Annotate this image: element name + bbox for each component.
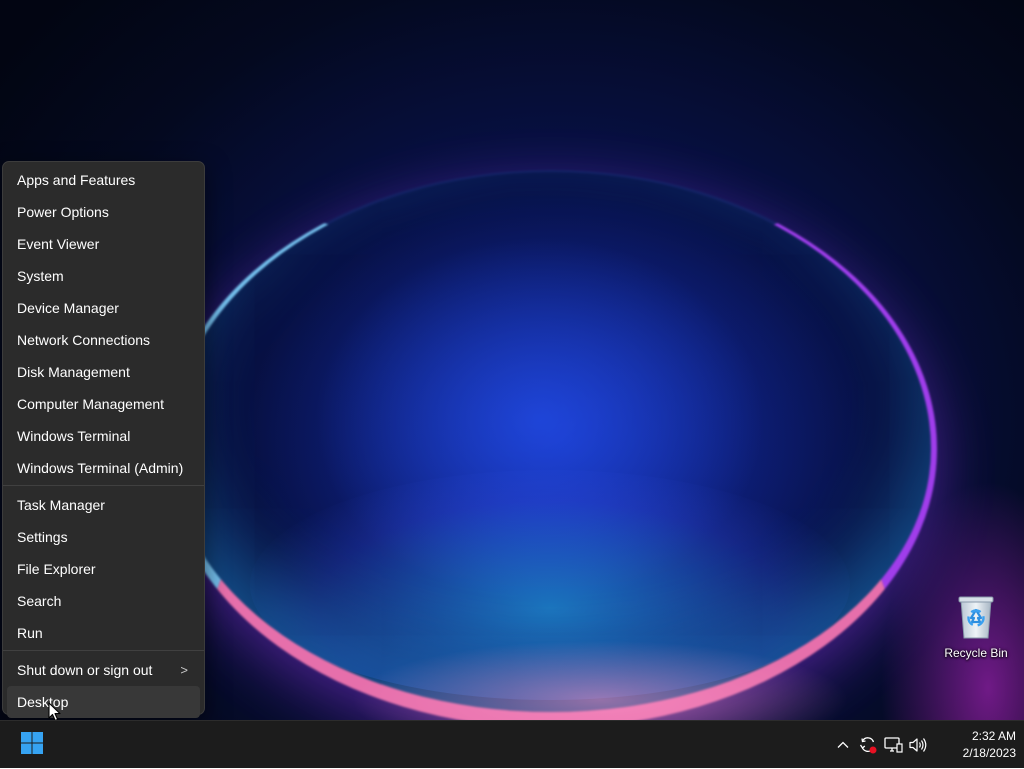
menu-item-system[interactable]: System	[7, 260, 200, 292]
menu-item-shut-down-or-sign-out[interactable]: Shut down or sign out >	[7, 654, 200, 686]
menu-item-label: Network Connections	[17, 332, 151, 348]
windows-logo-icon	[20, 731, 44, 760]
mouse-pointer-icon	[48, 702, 62, 722]
menu-item-windows-terminal-admin[interactable]: Windows Terminal (Admin)	[7, 452, 200, 484]
menu-item-disk-management[interactable]: Disk Management	[7, 356, 200, 388]
menu-item-label: Settings	[17, 529, 68, 545]
menu-separator	[3, 650, 204, 651]
wallpaper-bloom-bottom	[350, 640, 850, 720]
winx-context-menu: Apps and Features Power Options Event Vi…	[2, 161, 205, 718]
wallpaper-bloom-ring	[165, 170, 937, 720]
menu-item-task-manager[interactable]: Task Manager	[7, 489, 200, 521]
menu-item-label: Event Viewer	[17, 236, 100, 252]
menu-item-event-viewer[interactable]: Event Viewer	[7, 228, 200, 260]
chevron-up-icon[interactable]	[831, 733, 855, 757]
menu-item-label: Disk Management	[17, 364, 130, 380]
menu-group-system-tools: Apps and Features Power Options Event Vi…	[3, 164, 204, 484]
recycle-bin-icon	[956, 594, 996, 640]
menu-item-label: Search	[17, 593, 62, 609]
volume-icon[interactable]	[906, 733, 930, 757]
menu-item-label: File Explorer	[17, 561, 96, 577]
menu-item-desktop[interactable]: Desktop	[7, 686, 200, 718]
menu-item-label: Task Manager	[17, 497, 105, 513]
menu-item-search[interactable]: Search	[7, 585, 200, 617]
menu-item-label: Power Options	[17, 204, 109, 220]
menu-item-label: Shut down or sign out	[17, 662, 153, 678]
menu-item-computer-management[interactable]: Computer Management	[7, 388, 200, 420]
menu-group-session: Shut down or sign out > Desktop	[3, 653, 204, 718]
menu-item-apps-and-features[interactable]: Apps and Features	[7, 164, 200, 196]
taskbar: 2:32 AM 2/18/2023	[0, 720, 1024, 768]
clock-time: 2:32 AM	[971, 729, 1016, 743]
menu-item-network-connections[interactable]: Network Connections	[7, 324, 200, 356]
taskbar-clock[interactable]: 2:32 AM 2/18/2023	[938, 728, 1016, 762]
menu-separator	[3, 485, 204, 486]
start-button[interactable]	[12, 727, 52, 763]
system-tray: 2:32 AM 2/18/2023	[830, 721, 1024, 769]
chevron-right-icon: >	[180, 662, 188, 678]
menu-item-windows-terminal[interactable]: Windows Terminal	[7, 420, 200, 452]
menu-item-label: Computer Management	[17, 396, 165, 412]
menu-item-label: Windows Terminal (Admin)	[17, 460, 184, 476]
menu-item-label: Run	[17, 625, 43, 641]
menu-group-apps: Task Manager Settings File Explorer Sear…	[3, 488, 204, 649]
menu-item-settings[interactable]: Settings	[7, 521, 200, 553]
clock-date: 2/18/2023	[962, 746, 1016, 760]
menu-item-device-manager[interactable]: Device Manager	[7, 292, 200, 324]
network-icon[interactable]	[881, 733, 905, 757]
sync-alert-icon[interactable]	[856, 733, 880, 757]
menu-item-power-options[interactable]: Power Options	[7, 196, 200, 228]
menu-item-file-explorer[interactable]: File Explorer	[7, 553, 200, 585]
recycle-bin-label: Recycle Bin	[944, 646, 1008, 660]
menu-item-label: Windows Terminal	[17, 428, 131, 444]
menu-item-label: Device Manager	[17, 300, 119, 316]
recycle-bin-shortcut[interactable]: Recycle Bin	[940, 594, 1012, 660]
menu-item-label: System	[17, 268, 64, 284]
menu-item-label: Apps and Features	[17, 172, 136, 188]
menu-item-run[interactable]: Run	[7, 617, 200, 649]
